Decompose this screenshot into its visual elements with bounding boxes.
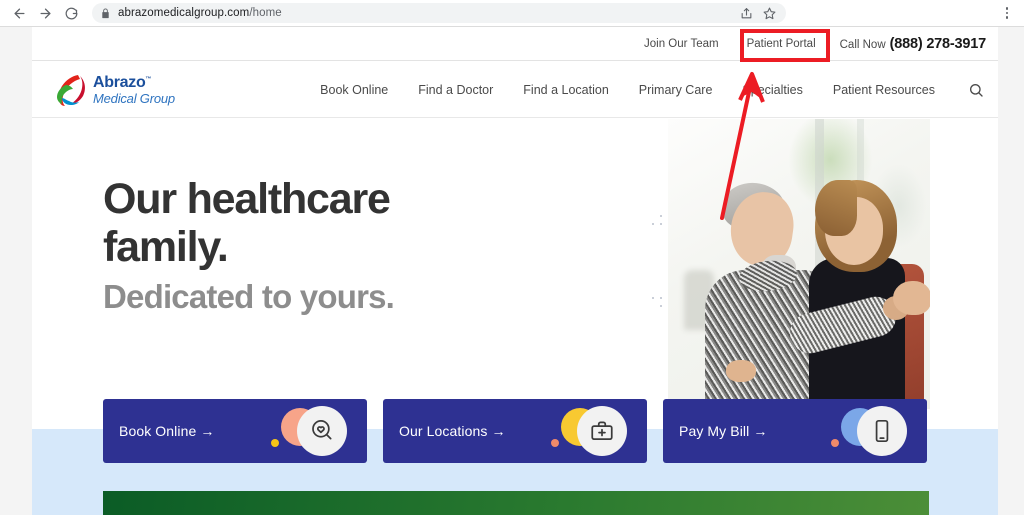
hero-headline-line2: family. <box>103 223 229 272</box>
hero-subheadline: Dedicated to yours. <box>103 278 395 316</box>
nav-item-specialties[interactable]: Specialties <box>727 83 817 97</box>
main-navigation: Book Online Find a Doctor Find a Locatio… <box>305 82 998 98</box>
nav-item-find-a-doctor[interactable]: Find a Doctor <box>403 83 508 97</box>
senior-couple-dancing-photo <box>668 119 930 409</box>
cta-label-book-online: Book Online → <box>119 423 215 439</box>
cta-card-pay-my-bill[interactable]: Pay My Bill → <box>663 399 927 463</box>
address-bar[interactable]: abrazomedicalgroup.com/home <box>92 3 786 23</box>
utility-link-patient-portal[interactable]: Patient Portal <box>733 38 830 50</box>
url-text: abrazomedicalgroup.com/home <box>118 7 282 19</box>
hero-section: Our healthcare family. Dedicated to your… <box>32 119 998 515</box>
site-content: Join Our Team Patient Portal Call Now (8… <box>32 27 998 515</box>
share-icon[interactable] <box>740 7 753 20</box>
back-arrow-icon[interactable] <box>6 0 32 26</box>
call-now-block[interactable]: Call Now (888) 278-3917 <box>830 36 987 52</box>
reload-icon[interactable] <box>58 0 84 26</box>
browser-toolbar: abrazomedicalgroup.com/home <box>0 0 1024 27</box>
nav-item-find-a-location[interactable]: Find a Location <box>508 83 623 97</box>
utility-bar: Join Our Team Patient Portal Call Now (8… <box>32 27 998 61</box>
call-now-label: Call Now <box>839 38 886 51</box>
cta-card-book-online[interactable]: Book Online → <box>103 399 367 463</box>
star-icon[interactable] <box>763 7 776 20</box>
cta-label-pay-my-bill: Pay My Bill → <box>679 423 768 439</box>
cta-card-row: Book Online → Our Locations → Pay My Bil… <box>103 399 927 463</box>
logo-name: Abrazo <box>93 73 146 91</box>
hero-copy: Our healthcare family. Dedicated to your… <box>103 175 395 317</box>
green-promo-section: Our Healthcare Family <box>103 491 929 515</box>
cta-art-pay-my-bill <box>827 399 919 463</box>
forward-arrow-icon[interactable] <box>32 0 58 26</box>
cta-card-our-locations[interactable]: Our Locations → <box>383 399 647 463</box>
abrazo-swoosh-icon <box>52 73 88 107</box>
nav-item-patient-resources[interactable]: Patient Resources <box>818 83 950 97</box>
cta-label-our-locations: Our Locations → <box>399 423 506 439</box>
search-icon[interactable] <box>968 82 984 98</box>
medical-bag-icon <box>577 406 627 456</box>
logo-tagline: Medical Group <box>93 90 175 106</box>
kebab-menu-icon[interactable] <box>998 4 1016 22</box>
phone-number[interactable]: (888) 278-3917 <box>890 36 987 52</box>
hero-image <box>668 119 930 409</box>
cta-art-our-locations <box>547 399 639 463</box>
site-logo[interactable]: Abrazo™ Medical Group <box>52 73 175 107</box>
lock-icon <box>100 7 111 19</box>
mobile-phone-icon <box>857 406 907 456</box>
cta-art-book-online <box>267 399 359 463</box>
location-heart-search-icon <box>297 406 347 456</box>
nav-item-book-online[interactable]: Book Online <box>305 83 403 97</box>
utility-link-join-our-team[interactable]: Join Our Team <box>630 38 733 50</box>
page-viewport: Join Our Team Patient Portal Call Now (8… <box>0 27 1024 515</box>
main-header: Abrazo™ Medical Group Book Online Find a… <box>32 62 998 118</box>
logo-trademark: ™ <box>145 76 152 83</box>
hero-headline-line1: Our healthcare <box>103 175 391 223</box>
nav-item-primary-care[interactable]: Primary Care <box>624 83 728 97</box>
